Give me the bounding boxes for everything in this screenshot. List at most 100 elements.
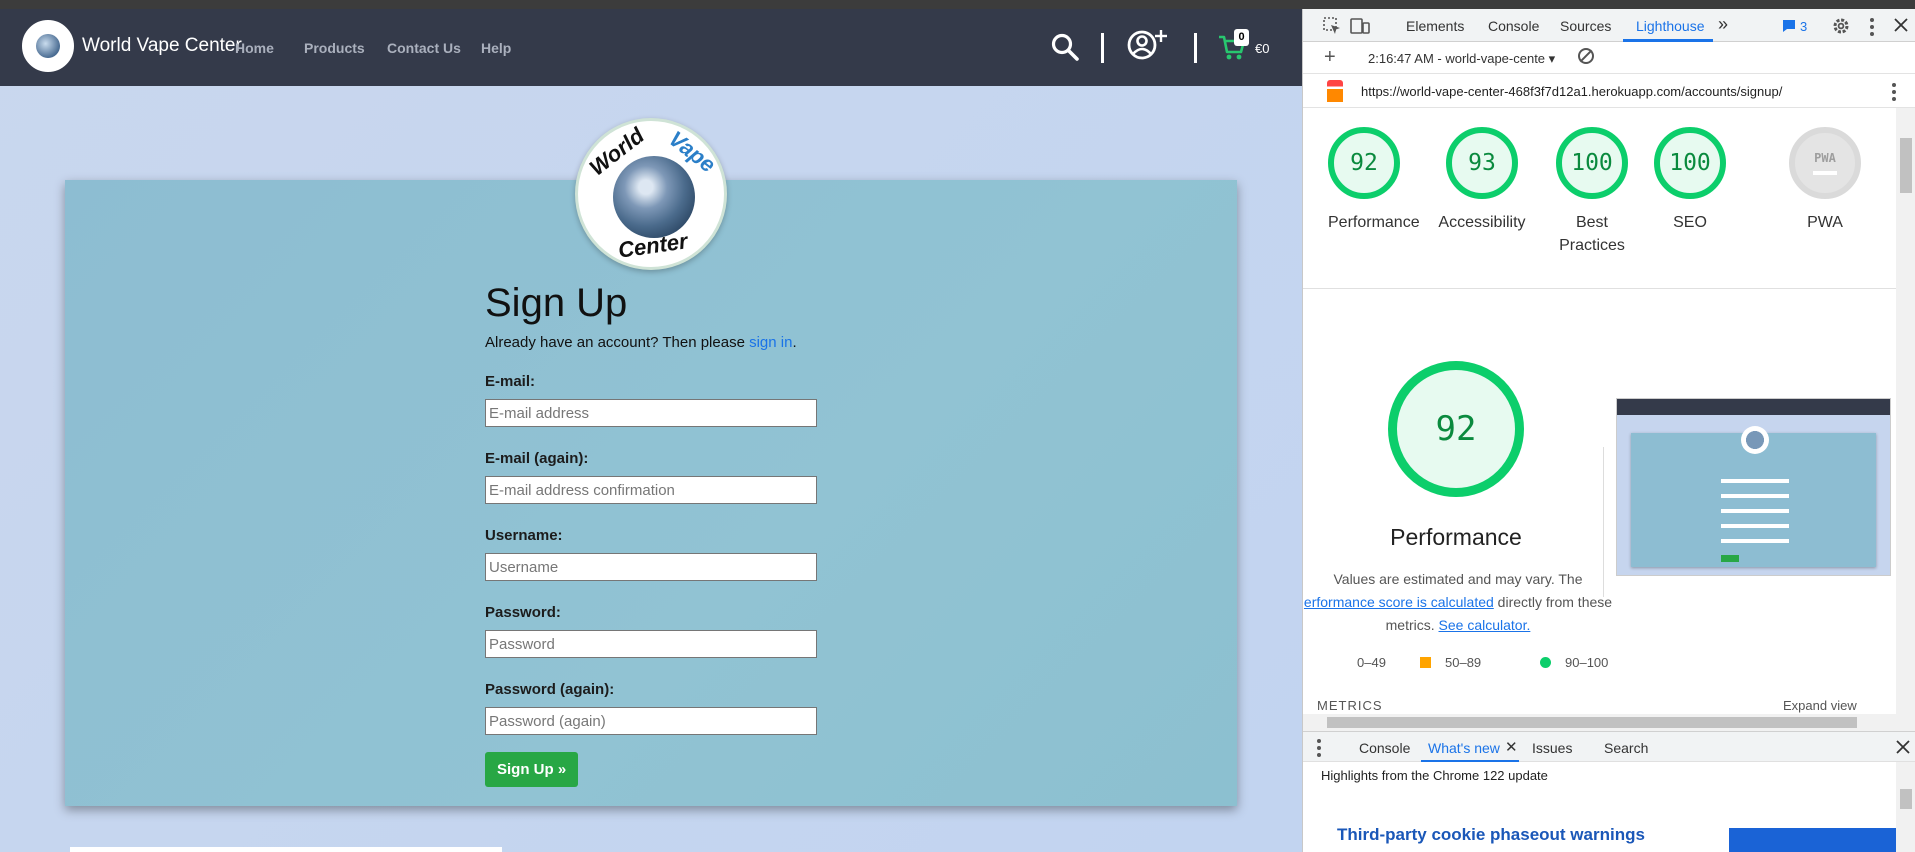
score-gauge-accessibility[interactable]: 93 Accessibility <box>1437 127 1527 234</box>
score-gauge-pwa[interactable]: PWA PWA <box>1789 127 1861 234</box>
score-value: 100 <box>1654 127 1726 199</box>
site-logo: World Vape Center <box>575 118 727 270</box>
web-page: World Vape Center Home Products Contact … <box>0 9 1302 852</box>
email-confirm-field[interactable] <box>485 476 817 504</box>
nav-link-contact[interactable]: Contact Us <box>387 40 461 56</box>
score-calculation-link[interactable]: erformance score is calculated <box>1304 594 1494 610</box>
signin-prompt: Already have an account? Then please sig… <box>485 334 825 351</box>
cart-count-badge: 0 <box>1234 29 1249 46</box>
customize-menu-icon[interactable] <box>1870 18 1874 36</box>
device-toolbar-icon[interactable] <box>1350 17 1370 35</box>
drawer-vertical-scrollbar[interactable] <box>1896 762 1915 852</box>
window-top-strip <box>0 0 1915 9</box>
report-selector-text: 2:16:47 AM - world-vape-cent⁠e <box>1368 51 1546 66</box>
score-value: 100 <box>1556 127 1628 199</box>
legend-pass: 90–100 <box>1540 655 1608 670</box>
brand-name[interactable]: World Vape Center <box>82 35 242 57</box>
lighthouse-toolbar: + 2:16:47 AM - world-vape-cent⁠e ▾ <box>1303 42 1915 74</box>
close-tab-icon[interactable]: ✕ <box>1505 738 1518 756</box>
score-label: Performance <box>1328 214 1420 231</box>
devtools-panel: Elements Console Sources Lighthouse » 3 … <box>1302 9 1915 852</box>
username-field[interactable] <box>485 553 817 581</box>
nav-link-help[interactable]: Help <box>481 40 511 56</box>
score-gauge-best-practices[interactable]: 100 Best Practices <box>1547 127 1637 257</box>
score-label: Best Practices <box>1559 214 1625 254</box>
lighthouse-logo-icon <box>1327 80 1343 102</box>
report-horizontal-scrollbar[interactable] <box>1303 714 1896 731</box>
devtools-tabbar: Elements Console Sources Lighthouse » 3 <box>1303 9 1915 42</box>
signin-link[interactable]: sign in <box>749 334 792 351</box>
score-label: Accessibility <box>1438 214 1526 231</box>
tab-lighthouse[interactable]: Lighthouse <box>1636 18 1705 34</box>
score-gauge-performance[interactable]: 92 Performance <box>1328 127 1420 234</box>
cart-total[interactable]: €0 <box>1255 41 1269 56</box>
close-drawer-icon[interactable] <box>1896 740 1910 754</box>
score-label: PWA <box>1807 214 1843 231</box>
report-url-bar: https://world-vape-center-468f3f7d12a1.h… <box>1303 74 1915 108</box>
username-label: Username: <box>485 527 563 544</box>
clear-reports-icon[interactable] <box>1578 48 1594 64</box>
pwa-badge-text: PWA <box>1814 151 1836 165</box>
issues-count[interactable]: 3 <box>1800 19 1807 34</box>
page-title: Sign Up <box>485 281 628 325</box>
password-again-label: Password (again): <box>485 681 615 698</box>
report-selector[interactable]: 2:16:47 AM - world-vape-cent⁠e ▾ <box>1368 51 1555 67</box>
thumbnail-separator <box>1603 447 1604 597</box>
legend-text: 90–100 <box>1565 655 1609 670</box>
signin-prompt-end: . <box>792 334 797 351</box>
brand-logo[interactable] <box>22 20 74 72</box>
more-tabs-icon[interactable]: » <box>1718 14 1728 35</box>
globe-image <box>613 156 695 238</box>
promo-title-link[interactable]: Third-party cookie phaseout warnings <box>1337 825 1645 845</box>
account-add-icon[interactable] <box>1125 27 1173 63</box>
new-report-icon[interactable]: + <box>1324 46 1336 69</box>
logo-text-center: Center <box>616 228 690 263</box>
nav-link-home[interactable]: Home <box>235 40 274 56</box>
legend-text: 0–49 <box>1357 655 1386 670</box>
nav-link-products[interactable]: Products <box>304 40 365 56</box>
inspect-element-icon[interactable] <box>1323 17 1341 35</box>
note-text: Values are estimated and may vary. The <box>1333 571 1583 587</box>
section-divider <box>1303 288 1896 289</box>
main-score-label: Performance <box>1390 524 1522 550</box>
expand-view-toggle[interactable]: Expand view <box>1783 698 1857 713</box>
score-gauge-seo[interactable]: 100 SEO <box>1654 127 1726 234</box>
password-confirm-field[interactable] <box>485 707 817 735</box>
signin-prompt-text: Already have an account? Then please <box>485 334 750 351</box>
score-value: 92 <box>1328 127 1400 199</box>
nav-separator <box>1101 33 1104 63</box>
whats-new-panel: Highlights from the Chrome 122 update Th… <box>1303 762 1896 852</box>
email-again-label: E-mail (again): <box>485 450 589 467</box>
highlights-heading: Highlights from the Chrome 122 update <box>1321 768 1548 783</box>
legend-fail: 0–49 <box>1331 655 1386 670</box>
settings-gear-icon[interactable] <box>1831 16 1851 36</box>
report-url[interactable]: https://world-vape-center-468f3f7d12a1.h… <box>1361 84 1782 99</box>
report-vertical-scrollbar[interactable] <box>1896 108 1915 731</box>
search-icon[interactable] <box>1050 32 1080 62</box>
signup-form: Sign Up Already have an account? Then pl… <box>485 281 825 787</box>
page-horizontal-scrollbar[interactable] <box>70 847 502 852</box>
email-field[interactable] <box>485 399 817 427</box>
signup-button[interactable]: Sign Up » <box>485 752 579 787</box>
page-screenshot-thumbnail[interactable] <box>1616 398 1891 576</box>
main-score-gauge: 92 <box>1388 361 1524 497</box>
report-menu-icon[interactable] <box>1892 83 1896 101</box>
drawer-tab-whats-new[interactable]: What's new <box>1428 740 1500 756</box>
issues-message-icon[interactable] <box>1782 19 1796 33</box>
drawer-tab-issues[interactable]: Issues <box>1532 740 1572 756</box>
calculator-link[interactable]: See calculator. <box>1439 617 1531 633</box>
tab-elements[interactable]: Elements <box>1406 18 1464 34</box>
metrics-heading: METRICS <box>1317 698 1383 713</box>
tab-console[interactable]: Console <box>1488 18 1539 34</box>
lighthouse-report: 92 Performance 93 Accessibility 100 Best… <box>1303 108 1896 714</box>
drawer-tab-search[interactable]: Search <box>1604 740 1648 756</box>
navbar: World Vape Center Home Products Contact … <box>0 9 1302 86</box>
drawer-menu-icon[interactable] <box>1317 739 1321 757</box>
drawer-tab-console[interactable]: Console <box>1359 740 1410 756</box>
tab-sources[interactable]: Sources <box>1560 18 1611 34</box>
promo-image <box>1729 828 1896 852</box>
close-devtools-icon[interactable] <box>1894 18 1908 32</box>
legend-average: 50–89 <box>1420 655 1481 670</box>
password-field[interactable] <box>485 630 817 658</box>
legend-text: 50–89 <box>1445 655 1482 670</box>
